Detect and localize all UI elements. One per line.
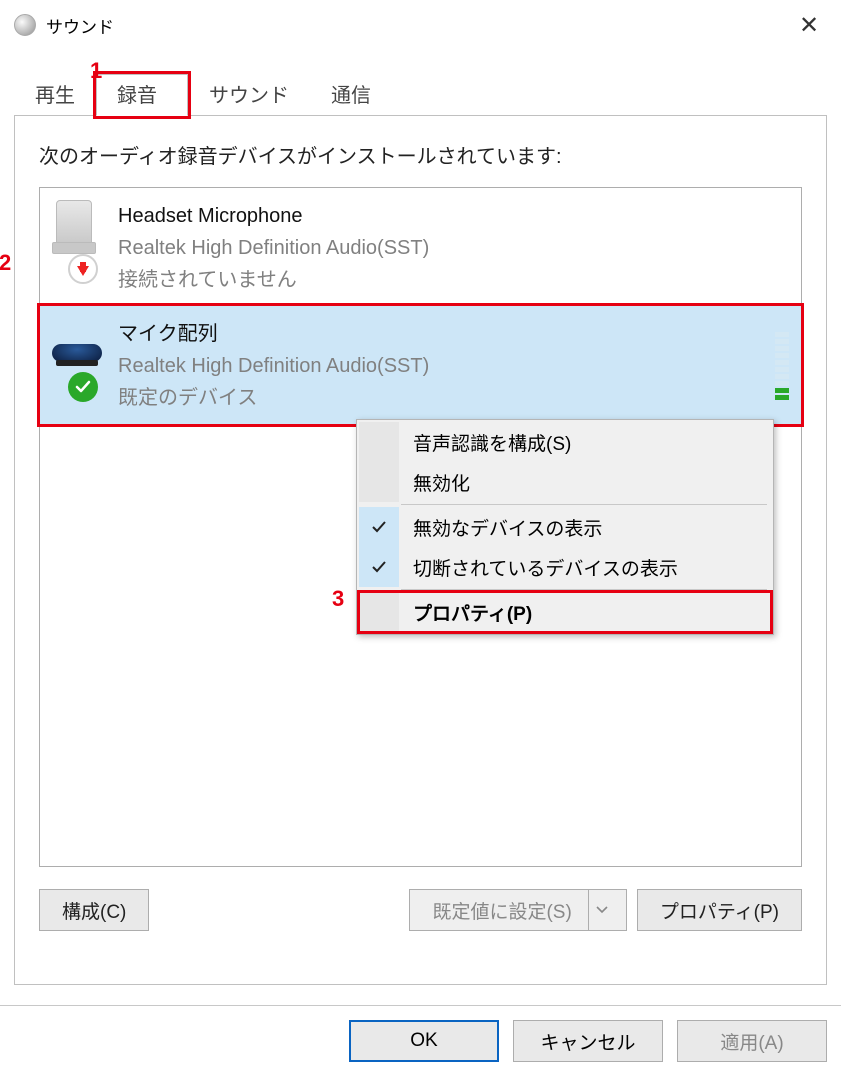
tab-content: 次のオーディオ録音デバイスがインストールされています: 2 Headset Mi… — [14, 115, 827, 985]
device-text: Headset Microphone Realtek High Definiti… — [118, 198, 429, 296]
close-icon[interactable]: ✕ — [789, 10, 829, 40]
device-text: マイク配列 Realtek High Definition Audio(SST)… — [118, 316, 429, 414]
tab-strip: 再生 録音 サウンド 通信 — [14, 74, 841, 116]
properties-button[interactable]: プロパティ(P) — [637, 889, 802, 931]
checkmark-icon — [359, 547, 399, 587]
tab-communications[interactable]: 通信 — [310, 74, 392, 116]
device-name: マイク配列 — [118, 318, 429, 350]
dialog-button-row: OK キャンセル 適用(A) — [0, 1006, 841, 1062]
device-name: Headset Microphone — [118, 200, 429, 232]
menu-label: 切断されているデバイスの表示 — [399, 554, 771, 581]
sound-window-icon — [14, 14, 36, 36]
menu-item-show-disconnected[interactable]: 切断されているデバイスの表示 — [359, 547, 771, 587]
annotation-3: 3 — [332, 586, 344, 612]
menu-label: 無効なデバイスの表示 — [399, 514, 771, 541]
menu-label: プロパティ(P) — [399, 599, 771, 626]
cancel-button[interactable]: キャンセル — [513, 1020, 663, 1062]
context-menu: 音声認識を構成(S) 無効化 無効なデバイスの表示 切断されているデバイスの表示 — [356, 419, 774, 635]
menu-item-show-disabled[interactable]: 無効なデバイスの表示 — [359, 507, 771, 547]
menu-check-col — [359, 592, 399, 632]
default-badge-icon — [68, 372, 98, 402]
device-item-selected[interactable]: マイク配列 Realtek High Definition Audio(SST)… — [40, 306, 801, 424]
menu-label: 無効化 — [399, 469, 771, 496]
set-default-label: 既定値に設定(S) — [432, 897, 571, 924]
tab-recording[interactable]: 録音 — [96, 74, 188, 116]
device-item[interactable]: Headset Microphone Realtek High Definiti… — [40, 188, 801, 306]
annotation-1: 1 — [90, 58, 102, 84]
disconnected-badge-icon — [68, 254, 98, 284]
annotation-2: 2 — [0, 250, 11, 276]
tab-playback[interactable]: 再生 — [14, 74, 96, 116]
menu-check-col — [359, 422, 399, 462]
menu-item-properties[interactable]: プロパティ(P) — [359, 592, 771, 632]
device-list: Headset Microphone Realtek High Definiti… — [39, 187, 802, 867]
apply-button: 適用(A) — [677, 1020, 827, 1062]
window-title: サウンド — [46, 13, 114, 38]
menu-label: 音声認識を構成(S) — [399, 429, 771, 456]
ok-button[interactable]: OK — [349, 1020, 499, 1062]
device-status: 既定のデバイス — [118, 382, 429, 414]
configure-button[interactable]: 構成(C) — [39, 889, 149, 931]
checkmark-icon — [359, 507, 399, 547]
volume-level-meter — [775, 320, 789, 400]
title-bar: サウンド ✕ — [0, 0, 841, 46]
menu-separator — [401, 504, 767, 505]
menu-item-configure-speech[interactable]: 音声認識を構成(S) — [359, 422, 771, 462]
device-icon — [50, 316, 106, 396]
menu-separator — [401, 589, 767, 590]
device-driver: Realtek High Definition Audio(SST) — [118, 350, 429, 382]
instruction-text: 次のオーディオ録音デバイスがインストールされています: — [39, 140, 802, 169]
device-icon — [50, 198, 106, 278]
tab-sound[interactable]: サウンド — [188, 74, 310, 116]
menu-check-col — [359, 462, 399, 502]
menu-item-disable[interactable]: 無効化 — [359, 462, 771, 502]
set-default-button: 既定値に設定(S) — [409, 889, 626, 931]
device-status: 接続されていません — [118, 264, 429, 296]
device-driver: Realtek High Definition Audio(SST) — [118, 232, 429, 264]
chevron-down-icon — [588, 890, 616, 930]
